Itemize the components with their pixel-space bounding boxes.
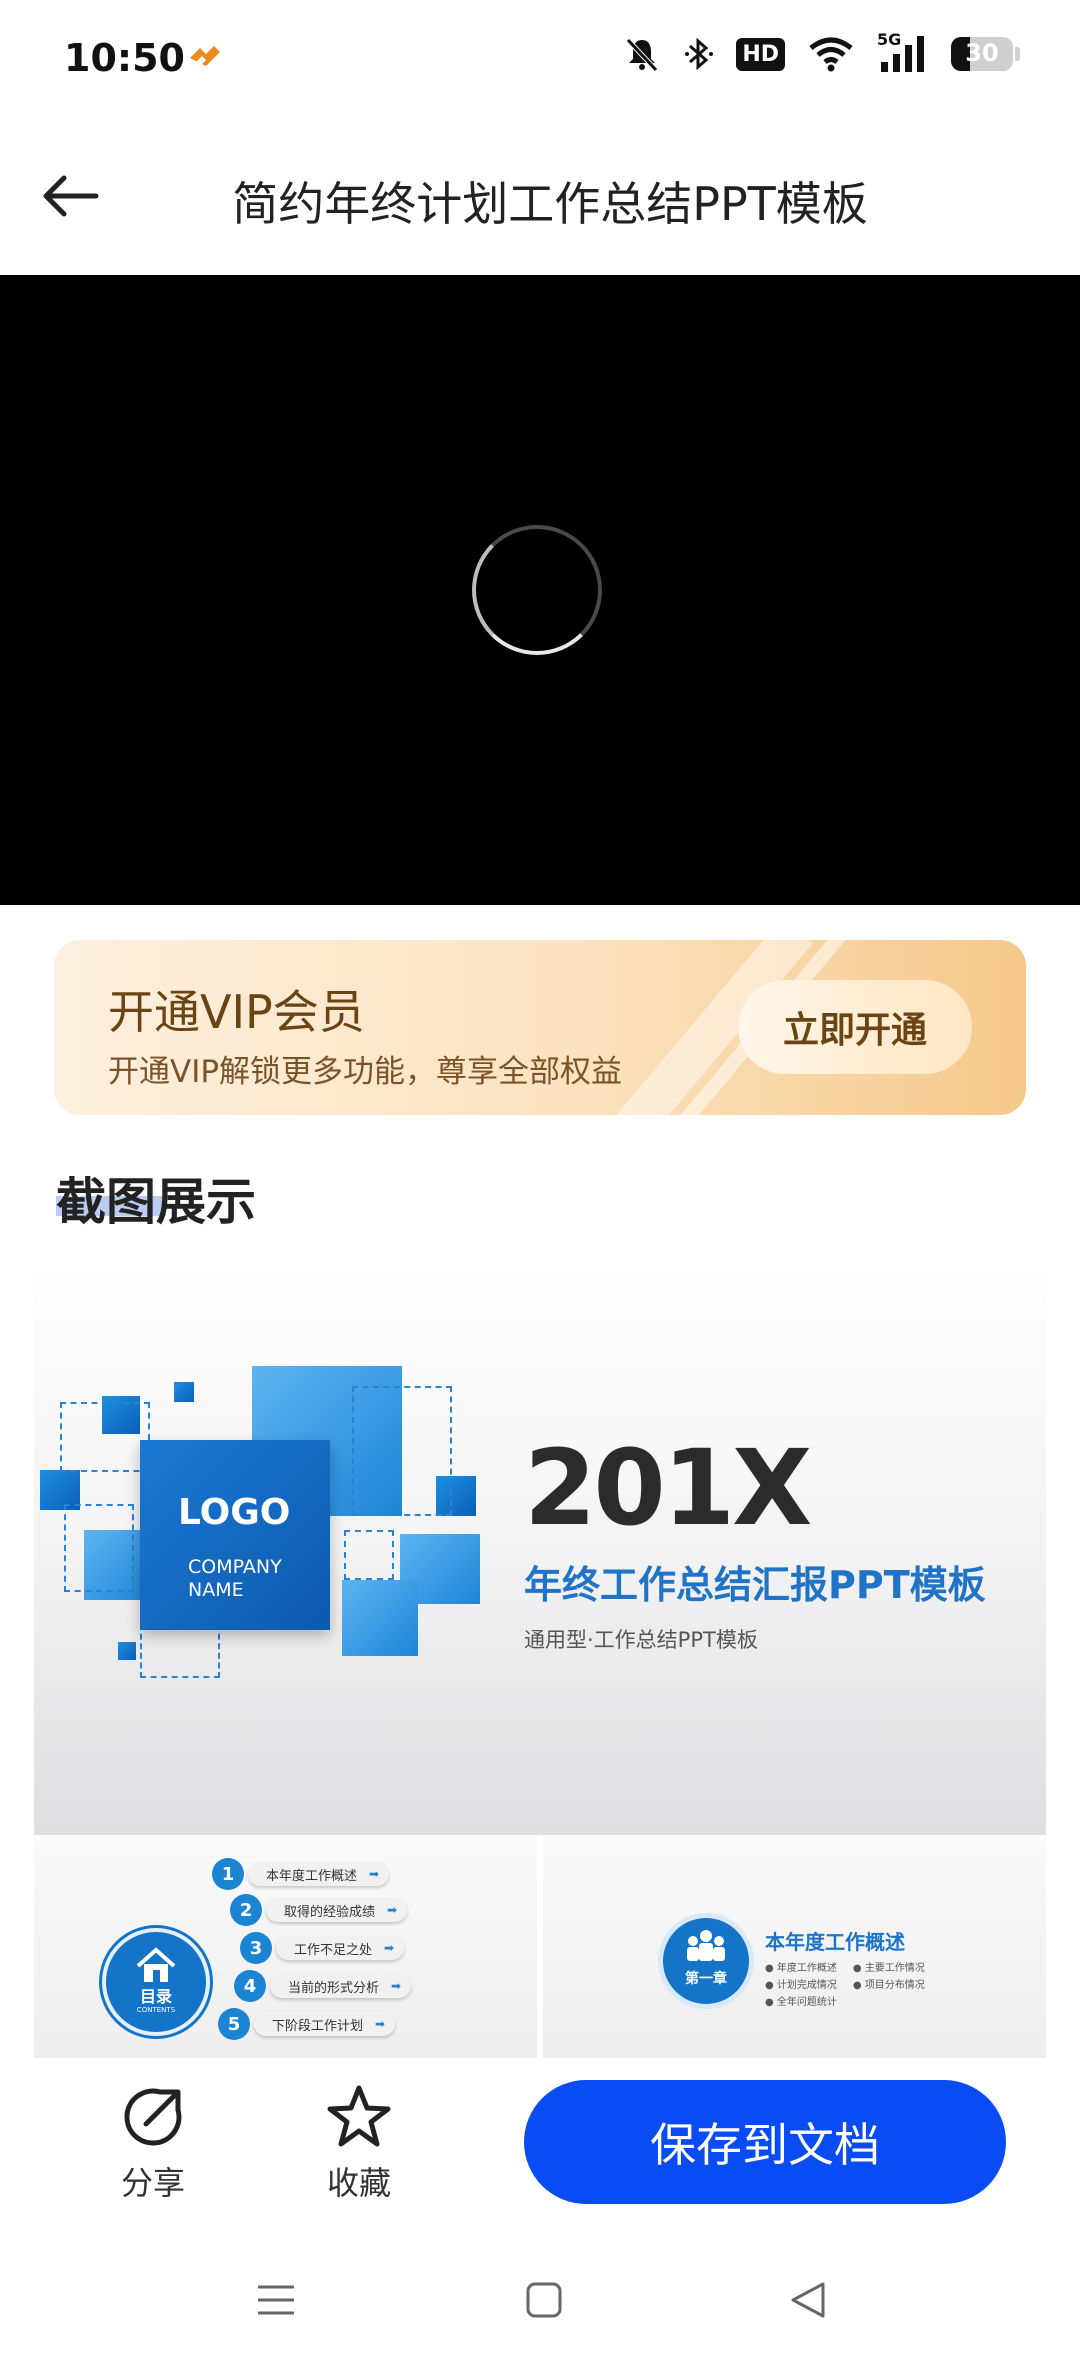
status-icons: HD 5G 30 (622, 30, 1020, 74)
toc-item-number: 4 (234, 1970, 266, 2002)
decor-dashed-box (344, 1530, 394, 1580)
chapter-bullet: ● 全年问题统计 (765, 1997, 837, 2008)
battery-icon: 30 (951, 37, 1013, 71)
toc-badge-label: 目录 (139, 1987, 172, 2006)
nav-back-button[interactable] (778, 2270, 838, 2330)
chapter-bullet: ● 年度工作概述 (765, 1963, 837, 1974)
cover-logo-box: LOGO COMPANY NAME (140, 1440, 330, 1630)
share-icon (124, 2088, 182, 2146)
cover-logo-text: LOGO (178, 1492, 291, 1533)
vip-banner[interactable]: 开通VIP会员 开通VIP解锁更多功能，尊享全部权益 立即开通 (54, 940, 1026, 1115)
home-icon (136, 1947, 176, 1982)
app-notification-icon (190, 46, 220, 66)
decor-dashed-box (352, 1386, 452, 1516)
share-label: 分享 (120, 2164, 185, 2202)
chapter-bullet: ● 项目分布情况 (852, 1980, 925, 1991)
screenshot-toc-slide[interactable]: 目录 CONTENTS 1 本年度工作概述 ➡ 2 取得的经验成绩 ➡ 3 工作不足… (34, 1836, 537, 2058)
cover-company-name: COMPANY NAME (188, 1556, 282, 1602)
toc-item-label: 本年度工作概述 (266, 1868, 358, 1884)
top-app-bar: 简约年终计划工作总结PPT模板 (0, 120, 1080, 275)
hd-badge: HD (736, 37, 785, 71)
chapter-badge: 第一章 (663, 1918, 749, 2004)
section-title: 截图展示 (56, 1162, 256, 1234)
decor-square (342, 1580, 418, 1656)
nav-home-button[interactable] (514, 2270, 574, 2330)
save-to-documents-button[interactable]: 保存到文档 (524, 2080, 1006, 2204)
chapter-bullet: ● 计划完成情况 (765, 1980, 837, 1991)
arrow-right-icon: ➡ (387, 1903, 398, 1917)
favorite-label: 收藏 (326, 2164, 391, 2202)
chapter-title: 本年度工作概述 (765, 1930, 905, 1954)
share-button[interactable]: 分享 (98, 2084, 208, 2204)
arrow-left-icon (43, 175, 99, 217)
bottom-action-bar: 分享 收藏 保存到文档 (0, 2058, 1080, 2218)
decor-square (118, 1642, 136, 1660)
video-player[interactable] (0, 275, 1080, 905)
toc-item: 2 取得的经验成绩 ➡ (230, 1894, 408, 1926)
toc-item-label: 工作不足之处 (294, 1942, 373, 1958)
toc-item: 5 下阶段工作计划 ➡ (218, 2008, 396, 2040)
signal-icon: 5G (877, 30, 929, 74)
nav-menu-button[interactable] (246, 2270, 306, 2330)
chapter-badge-label: 第一章 (685, 1971, 727, 1987)
cover-heading: 年终工作总结汇报PPT模板 (524, 1563, 986, 1607)
arrow-right-icon: ➡ (369, 1867, 380, 1881)
decor-dashed-box (64, 1504, 134, 1592)
menu-icon (258, 2285, 294, 2315)
battery-indicator: 30 (951, 37, 1020, 71)
toc-item: 3 工作不足之处 ➡ (240, 1932, 405, 1964)
toc-item-label: 当前的形式分析 (288, 1980, 380, 1996)
arrow-right-icon: ➡ (384, 1941, 395, 1955)
vip-title: 开通VIP会员 (108, 985, 365, 1039)
toc-item: 1 本年度工作概述 ➡ (212, 1858, 390, 1890)
status-time: 10:50 (64, 36, 185, 80)
bluetooth-icon (685, 37, 714, 71)
toc-badge: 目录 CONTENTS (102, 1928, 210, 2036)
status-bar: 10:50 HD 5G 30 (0, 0, 1080, 120)
toc-item-label: 下阶段工作计划 (272, 2018, 364, 2034)
vip-subtitle: 开通VIP解锁更多功能，尊享全部权益 (108, 1054, 623, 1090)
page-title: 简约年终计划工作总结PPT模板 (232, 177, 868, 231)
bell-muted-icon (626, 38, 659, 72)
arrow-right-icon: ➡ (391, 1979, 402, 1993)
team-icon (687, 1930, 725, 1961)
screenshot-chapter-slide[interactable]: 第一章 本年度工作概述 ● 年度工作概述 ● 主要工作情况 ● 计划完成情况 ●… (543, 1836, 1046, 2058)
toc-item-number: 3 (240, 1932, 272, 1964)
cover-company-line2: NAME (188, 1579, 244, 1601)
favorite-button[interactable]: 收藏 (304, 2084, 414, 2204)
cover-year: 201X (524, 1427, 812, 1549)
toc-item-number: 5 (218, 2008, 250, 2040)
chapter-bullets: ● 年度工作概述 ● 主要工作情况 ● 计划完成情况 ● 项目分布情况 ● 全年… (765, 1960, 925, 2011)
back-button[interactable] (30, 156, 110, 236)
star-icon (327, 2085, 391, 2147)
decor-square (174, 1382, 194, 1402)
toc-badge-sub: CONTENTS (136, 2006, 176, 2014)
chapter-bullet: ● 主要工作情况 (852, 1963, 925, 1974)
home-square-icon (526, 2282, 562, 2318)
wifi-icon (809, 37, 853, 72)
battery-level: 30 (965, 39, 999, 67)
toc-item-label: 取得的经验成绩 (284, 1904, 376, 1920)
system-nav-bar (0, 2218, 1080, 2376)
cover-company-line1: COMPANY (188, 1556, 282, 1578)
open-vip-button[interactable]: 立即开通 (738, 980, 972, 1074)
loading-spinner-icon (472, 525, 602, 655)
toc-item-number: 1 (212, 1858, 244, 1890)
toc-item-number: 2 (230, 1894, 262, 1926)
arrow-right-icon: ➡ (375, 2017, 386, 2031)
decor-dashed-box (60, 1402, 150, 1472)
decor-dashed-box (140, 1624, 220, 1678)
back-triangle-icon (791, 2282, 825, 2318)
toc-item: 4 当前的形式分析 ➡ (234, 1970, 412, 2002)
screenshot-cover-slide[interactable]: LOGO COMPANY NAME 201X 年终工作总结汇报PPT模板 通用型… (34, 1262, 1046, 1835)
cover-caption: 通用型·工作总结PPT模板 (524, 1628, 758, 1652)
